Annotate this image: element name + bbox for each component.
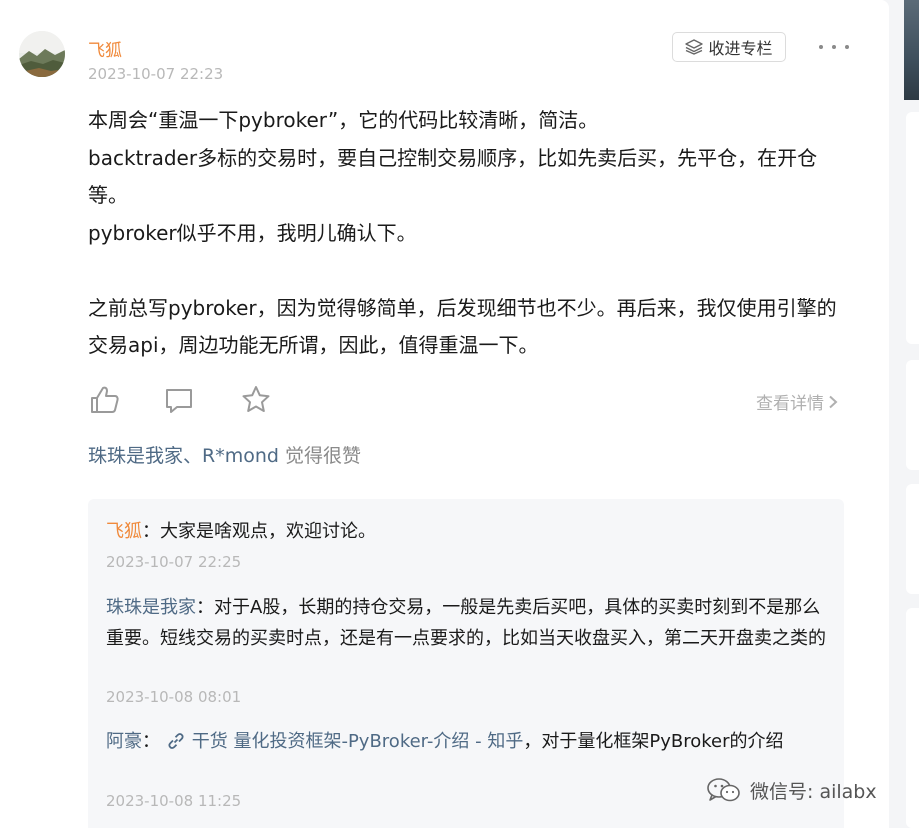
comment-author[interactable]: 飞狐 — [106, 521, 142, 542]
thumbs-up-icon — [91, 386, 119, 413]
side-card — [906, 484, 919, 594]
favorite-button[interactable] — [240, 384, 272, 420]
star-icon — [242, 386, 270, 412]
side-card — [906, 608, 919, 828]
view-details-label: 查看详情 — [756, 394, 824, 414]
comment: 阿豪： 干货 量化投资框架-PyBroker-介绍 - 知乎，对于量化框架PyB… — [106, 727, 826, 758]
likers-names[interactable]: 珠珠是我家、R*mond — [88, 445, 279, 467]
view-details-link[interactable]: 查看详情 — [756, 389, 838, 414]
wechat-icon — [707, 778, 740, 802]
comment-text: 对于A股，长期的持仓交易，一般是先卖后买吧，具体的买卖时刻到不是那么重要。短线交… — [106, 597, 826, 649]
post-paragraph: 之前总写pybroker，因为觉得够简单，后发现细节也不少。再后来，我仅使用引擎… — [88, 295, 837, 358]
chevron-right-icon — [829, 395, 838, 408]
comment-timestamp: 2023-10-08 11:25 — [106, 792, 242, 810]
more-icon[interactable] — [819, 36, 849, 58]
comment: 珠珠是我家：对于A股，长期的持仓交易，一般是先卖后买吧，具体的买卖时刻到不是那么… — [106, 593, 826, 654]
comment-author[interactable]: 阿豪 — [106, 731, 142, 752]
watermark: 微信号: ailabx — [706, 776, 877, 804]
avatar[interactable] — [19, 31, 65, 77]
side-card — [906, 360, 919, 470]
comment-author[interactable]: 珠珠是我家 — [106, 597, 196, 618]
author-name[interactable]: 飞狐 — [88, 36, 122, 61]
collect-label: 收进专栏 — [708, 39, 773, 58]
stack-icon — [685, 39, 704, 55]
side-banner-image — [904, 0, 919, 100]
post-paragraph: 本周会“重温一下pybroker”，它的代码比较清晰，简洁。 — [88, 108, 599, 132]
comment-link[interactable]: 干货 量化投资框架-PyBroker-介绍 - 知乎 — [166, 731, 524, 752]
comment-link-text: 干货 量化投资框架-PyBroker-介绍 - 知乎 — [191, 731, 524, 752]
post-paragraph: pybroker似乎不用，我明儿确认下。 — [88, 220, 417, 245]
comment-button[interactable] — [163, 384, 195, 420]
comment-separator: ： — [142, 731, 166, 752]
collect-to-column-button[interactable]: 收进专栏 — [672, 32, 786, 62]
comment-timestamp: 2023-10-07 22:25 — [106, 553, 242, 571]
comment-icon — [166, 389, 192, 413]
likes-suffix: 觉得很赞 — [278, 445, 361, 467]
link-icon — [168, 733, 184, 749]
avatar-image — [19, 31, 65, 77]
comment-timestamp: 2023-10-08 08:01 — [106, 688, 242, 706]
side-card — [906, 112, 919, 344]
likes-summary: 珠珠是我家、R*mond 觉得很赞 — [88, 441, 361, 468]
comment: 飞狐：大家是啥观点，欢迎讨论。 — [106, 517, 826, 548]
comment-text: 大家是啥观点，欢迎讨论。 — [160, 521, 376, 542]
comment-separator: ： — [196, 597, 214, 618]
post-card: 飞狐 2023-10-07 22:23 收进专栏 本周会“重温一下pybroke… — [0, 0, 889, 828]
like-button[interactable] — [89, 384, 121, 420]
watermark-text: 微信号: ailabx — [750, 780, 877, 803]
comment-separator: ： — [142, 521, 160, 542]
post-paragraph: backtrader多标的交易时，要自己控制交易顺序，比如先卖后买，先平仓，在开… — [88, 145, 818, 208]
post-paragraph-blank — [88, 252, 848, 290]
comment-text: ，对于量化框架PyBroker的介绍 — [523, 731, 784, 752]
post-body: 本周会“重温一下pybroker”，它的代码比较清晰，简洁。 backtrade… — [88, 102, 848, 365]
post-timestamp: 2023-10-07 22:23 — [88, 65, 224, 83]
